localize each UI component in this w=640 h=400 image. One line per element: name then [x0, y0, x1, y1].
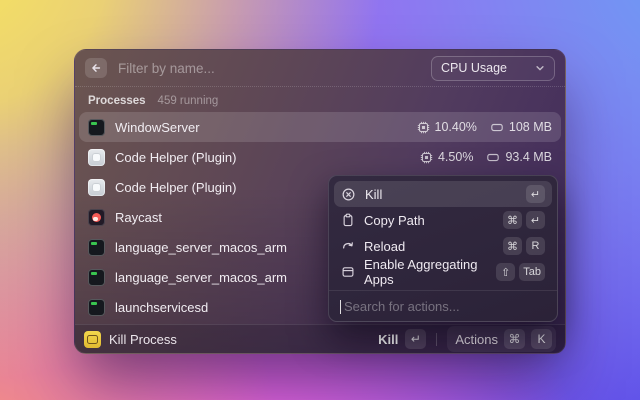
app-icon [88, 148, 105, 166]
memory-value: 93.4 MB [505, 150, 552, 164]
terminal-icon [88, 238, 105, 256]
action-search-input[interactable]: Search for actions... [329, 290, 557, 322]
memory-stat: 93.4 MB [486, 150, 552, 164]
raycast-icon [88, 208, 105, 226]
primary-action-button[interactable]: Kill [378, 332, 398, 347]
sort-dropdown-value: CPU Usage [441, 61, 507, 75]
command-keycap: ⌘ [503, 237, 522, 255]
sort-dropdown[interactable]: CPU Usage [431, 55, 555, 81]
memory-icon [491, 123, 503, 131]
cpu-stat: 4.50% [420, 150, 473, 164]
clipboard-icon [341, 213, 355, 227]
footer-actions: Kill ↵ Actions ⌘ K [378, 326, 556, 352]
actions-button[interactable]: Actions ⌘ K [447, 326, 556, 352]
cpu-chip-icon [420, 151, 433, 163]
section-header: Processes 459 running [75, 87, 565, 112]
reload-arrow-icon [341, 239, 355, 253]
cpu-stat: 10.40% [417, 120, 477, 134]
action-item-enable-aggregating-apps[interactable]: Enable Aggregating Apps ⇧ Tab [334, 257, 552, 287]
terminal-icon [88, 268, 105, 286]
actions-label: Actions [455, 331, 498, 347]
section-title: Processes [88, 95, 146, 107]
r-keycap: R [526, 237, 545, 255]
action-label: Reload [364, 238, 406, 254]
process-name: WindowServer [115, 119, 200, 135]
action-label: Kill [365, 186, 383, 202]
process-name: Raycast [115, 209, 162, 225]
filter-input[interactable]: Filter by name... [118, 61, 431, 76]
footer-bar: Kill Process Kill ↵ Actions ⌘ K [75, 324, 565, 353]
cpu-value: 4.50% [437, 150, 474, 164]
kill-circle-x-icon [341, 187, 356, 202]
cpu-chip-icon [417, 121, 429, 133]
app-icon [88, 178, 105, 196]
back-arrow-icon [92, 64, 101, 72]
tab-keycap: Tab [519, 263, 545, 281]
action-shortcut: ↵ [526, 185, 545, 203]
memory-value: 108 MB [508, 120, 552, 134]
process-row[interactable]: Code Helper (Plugin) 4.50% 93.4 MB [79, 142, 561, 172]
action-item-reload[interactable]: Reload ⌘ R [334, 233, 552, 259]
window-header: Filter by name... CPU Usage [75, 50, 565, 87]
chevron-down-icon [535, 63, 545, 73]
process-row[interactable]: WindowServer 10.40% 108 MB [79, 112, 561, 142]
text-caret [340, 299, 341, 314]
action-shortcut: ⌘ ↵ [503, 211, 545, 229]
process-name: language_server_macos_arm [115, 239, 287, 255]
terminal-icon [88, 118, 105, 136]
action-item-kill[interactable]: Kill ↵ [334, 181, 552, 207]
shift-keycap: ⇧ [496, 263, 516, 281]
process-name: language_server_macos_arm [115, 269, 287, 285]
action-label: Enable Aggregating Apps [364, 257, 478, 287]
section-count: 459 running [157, 95, 219, 107]
terminal-icon [88, 298, 105, 316]
app-window-icon [341, 265, 355, 279]
command-keycap: ⌘ [504, 329, 525, 349]
cpu-value: 10.40% [434, 120, 477, 134]
action-label: Copy Path [364, 212, 425, 228]
process-name: Code Helper (Plugin) [115, 179, 237, 195]
process-stats: 4.50% 93.4 MB [420, 150, 552, 164]
return-keycap: ↵ [405, 329, 427, 349]
back-button[interactable] [85, 58, 107, 78]
command-keycap: ⌘ [503, 211, 522, 229]
k-keycap: K [531, 329, 552, 349]
process-name: Code Helper (Plugin) [115, 149, 237, 165]
return-keycap: ↵ [526, 211, 545, 229]
process-name: launchservicesd [115, 299, 209, 315]
action-panel: Kill ↵ Copy Path ⌘ ↵ Reload ⌘ R Enable A… [328, 175, 558, 322]
action-shortcut: ⇧ Tab [496, 263, 545, 281]
kill-process-app-icon [84, 330, 101, 348]
memory-icon [487, 153, 500, 161]
process-stats: 10.40% 108 MB [417, 120, 552, 134]
footer-divider [436, 332, 438, 346]
action-list: Kill ↵ Copy Path ⌘ ↵ Reload ⌘ R Enable A… [329, 176, 557, 290]
action-search-placeholder: Search for actions... [344, 299, 460, 314]
return-keycap: ↵ [526, 185, 545, 203]
action-item-copy-path[interactable]: Copy Path ⌘ ↵ [334, 207, 552, 233]
action-shortcut: ⌘ R [503, 237, 545, 255]
footer-app-label: Kill Process [109, 331, 177, 347]
memory-stat: 108 MB [490, 120, 552, 134]
